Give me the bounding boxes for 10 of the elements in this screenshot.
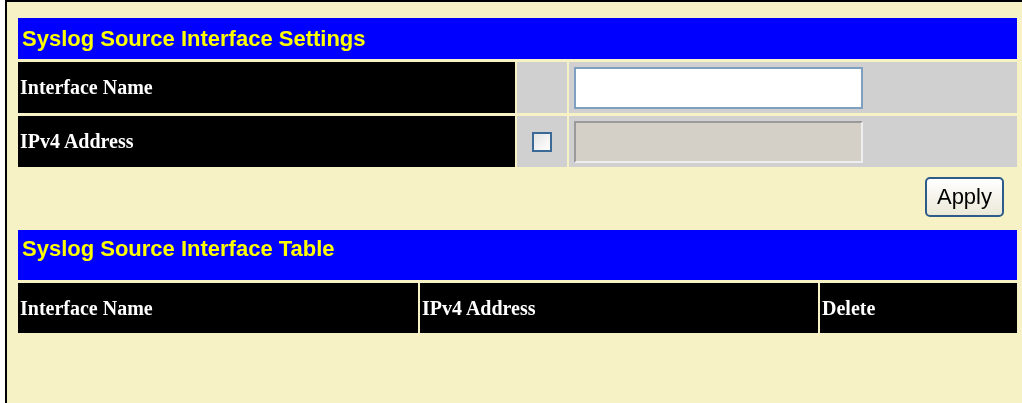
- apply-button[interactable]: Apply: [924, 177, 1004, 217]
- grid-cell: [517, 62, 567, 113]
- column-header: IPv4 Address: [420, 283, 818, 333]
- column-header: Delete: [820, 283, 1017, 333]
- section-title: Syslog Source Interface Settings: [18, 18, 1017, 59]
- input-field[interactable]: [574, 66, 863, 109]
- field-label: IPv4 Address: [18, 116, 515, 167]
- field-label: Interface Name: [18, 62, 515, 113]
- column-header: Interface Name: [18, 283, 418, 333]
- section-title: Syslog Source Interface Table: [18, 230, 1017, 280]
